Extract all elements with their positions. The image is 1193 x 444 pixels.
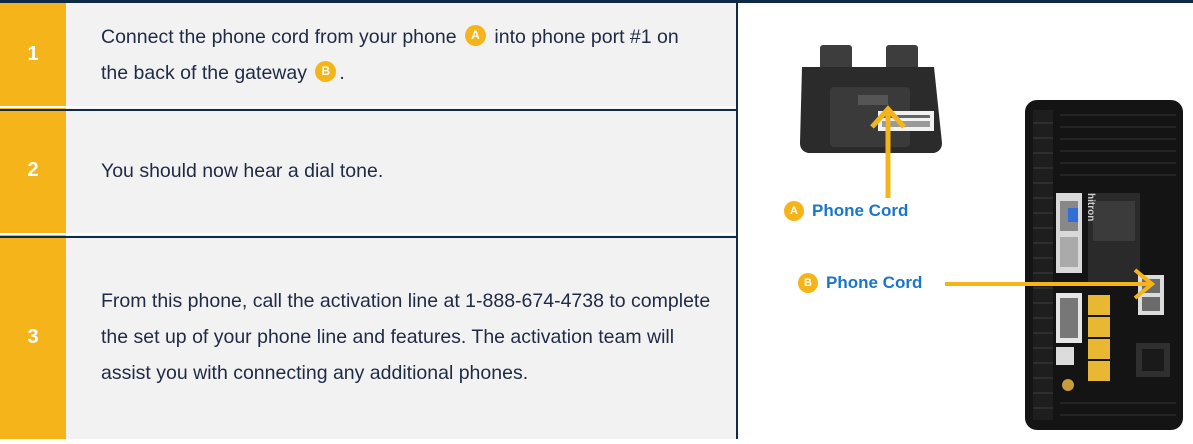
steps-list: 1 Connect the phone cord from your phone… bbox=[0, 3, 736, 439]
setup-illustration: hitron bbox=[800, 45, 1183, 430]
badge-b-icon: B bbox=[798, 273, 818, 293]
gateway-icon: hitron bbox=[1025, 100, 1183, 430]
callout-a-text: Phone Cord bbox=[812, 201, 909, 220]
step-number: 1 bbox=[0, 3, 66, 106]
callout-b-label: B Phone Cord bbox=[798, 273, 922, 293]
step-1-text-part: . bbox=[339, 61, 345, 84]
step-number-text: 3 bbox=[27, 325, 39, 348]
step-1: 1 Connect the phone cord from your phone… bbox=[0, 3, 736, 106]
gateway-brand-logo: hitron bbox=[1085, 193, 1096, 221]
step-number: 2 bbox=[0, 108, 66, 233]
step-number-text: 1 bbox=[27, 43, 39, 65]
callout-a-label: A Phone Cord bbox=[784, 201, 908, 221]
step-text: From this phone, call the activation lin… bbox=[66, 235, 736, 439]
step-2: 2 You should now hear a dial tone. bbox=[0, 108, 736, 233]
step-3-text: From this phone, call the activation lin… bbox=[101, 290, 711, 384]
step-text: Connect the phone cord from your phone A… bbox=[66, 3, 736, 106]
phone-base-icon bbox=[800, 45, 942, 153]
step-3: 3 From this phone, call the activation l… bbox=[0, 235, 736, 439]
callout-b-text: Phone Cord bbox=[826, 273, 923, 292]
divider bbox=[0, 109, 736, 111]
step-1-text-part: Connect the phone cord from your phone bbox=[101, 25, 457, 48]
step-number-text: 2 bbox=[27, 159, 39, 181]
arrow-a-icon bbox=[870, 105, 906, 198]
badge-a-icon: A bbox=[464, 24, 486, 46]
divider bbox=[0, 236, 736, 238]
step-number: 3 bbox=[0, 235, 66, 439]
illustration-panel: hitron A Phone Cord B Phone Cord bbox=[738, 3, 1193, 439]
badge-b-icon: B bbox=[315, 60, 337, 82]
step-1-text: Connect the phone cord from your phone A… bbox=[101, 19, 701, 91]
step-2-text: You should now hear a dial tone. bbox=[101, 159, 384, 182]
step-text: You should now hear a dial tone. bbox=[66, 108, 736, 233]
badge-a-icon: A bbox=[784, 201, 804, 221]
